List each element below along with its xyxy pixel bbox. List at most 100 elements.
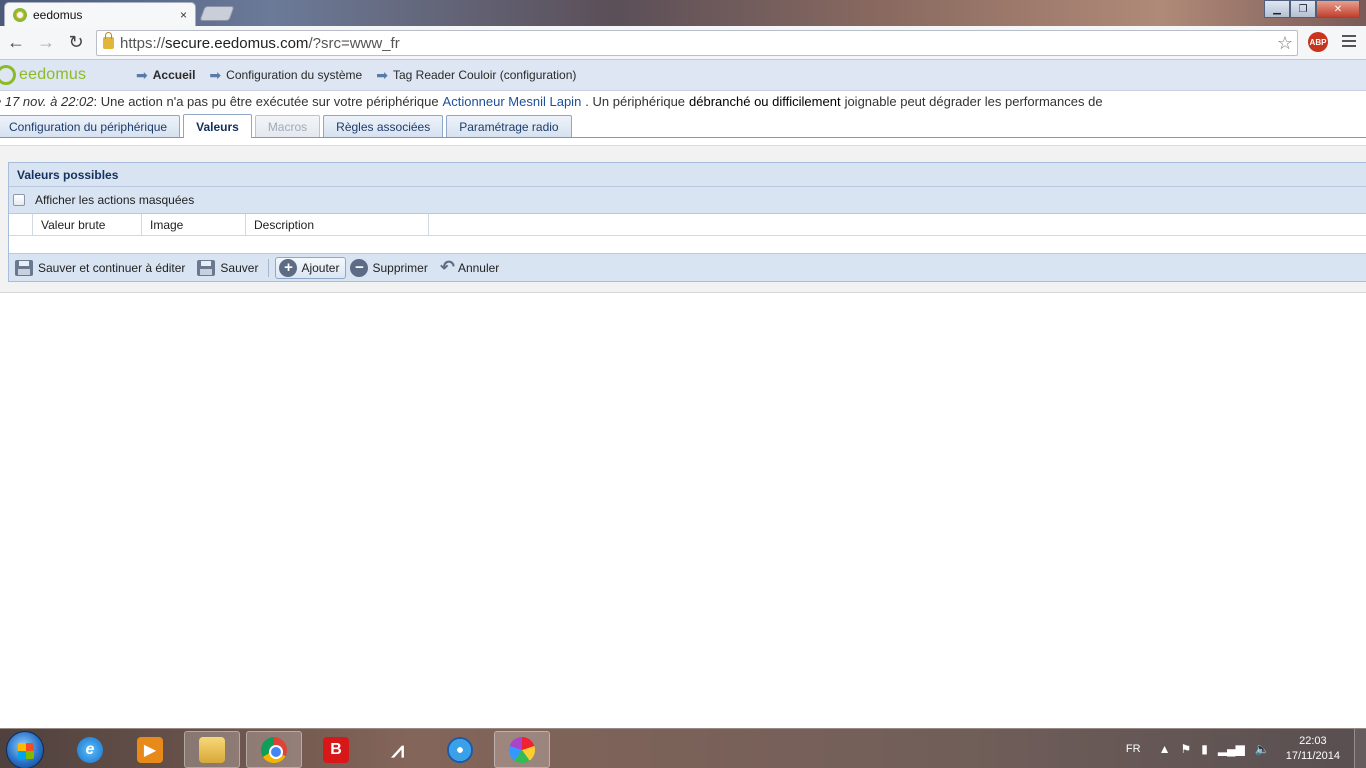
eedomus-logo[interactable]: eedomus [0, 65, 136, 85]
tab-rules[interactable]: Règles associées [323, 115, 444, 137]
column-image[interactable]: Image [142, 214, 246, 236]
page-content: eedomus ➡ Accueil ➡ Configuration du sys… [0, 60, 1366, 728]
arrow-right-icon: ➡ [136, 66, 148, 83]
breadcrumb-system-config[interactable]: ➡ Configuration du système [209, 67, 362, 84]
close-tab-icon[interactable]: × [180, 8, 187, 22]
breadcrumb-device[interactable]: ➡ Tag Reader Couloir (configuration) [376, 67, 576, 84]
close-window-button[interactable]: ✕ [1316, 0, 1360, 18]
action-center-flag-icon[interactable]: ⚑ [1180, 742, 1191, 756]
taskbar-ie[interactable]: e [62, 731, 118, 768]
alert-message: e 17 nov. à 22:02 : Une action n'a pas p… [0, 91, 1366, 112]
folder-icon [199, 736, 225, 763]
add-label: Ajouter [301, 260, 340, 275]
start-button[interactable] [6, 731, 44, 768]
taskbar-explorer[interactable] [184, 731, 240, 768]
column-raw-value[interactable]: Valeur brute [33, 214, 142, 236]
add-button[interactable]: + Ajouter [275, 256, 347, 279]
taskbar-rabbit[interactable]: ⩘ [370, 731, 426, 768]
lock-icon [103, 32, 114, 49]
show-hidden-icons-icon[interactable]: ▲ [1159, 742, 1171, 756]
cancel-label: Annuler [457, 260, 500, 275]
taskbar-paint[interactable] [494, 731, 550, 768]
alert-text-2: . Un périphérique [585, 94, 686, 109]
app-header: eedomus ➡ Accueil ➡ Configuration du sys… [0, 60, 1366, 91]
url-host: secure.eedomus.com [165, 34, 309, 52]
alert-date: e 17 nov. à 22:02 [0, 94, 94, 109]
alert-strong-text: débranché ou difficilement [689, 94, 841, 109]
panel-toolbar: Sauver et continuer à éditer Sauver + Aj… [9, 254, 1366, 281]
undo-icon: ↶ [439, 257, 455, 277]
logo-circle-icon [0, 65, 16, 85]
panel-title: Valeurs possibles [9, 163, 1366, 187]
breadcrumb-label: Tag Reader Couloir (configuration) [392, 68, 577, 82]
address-bar[interactable]: https://secure.eedomus.com/?src=www_fr ☆ [96, 30, 1298, 56]
tab-macros: Macros [254, 115, 321, 137]
save-continue-label: Sauver et continuer à éditer [38, 260, 186, 275]
clock-time: 22:03 [1299, 735, 1327, 747]
floppy-disk-icon [197, 259, 216, 276]
back-button[interactable]: ← [2, 29, 30, 57]
window-controls: ▁ ❐ ✕ [1264, 0, 1360, 18]
url-text: https://secure.eedomus.com/?src=www_fr [120, 35, 400, 52]
tab-radio-settings[interactable]: Paramétrage radio [446, 115, 572, 137]
tab-values[interactable]: Valeurs [183, 114, 252, 138]
values-content: Valeurs possibles Afficher les actions m… [0, 145, 1366, 293]
show-hidden-label[interactable]: Afficher les actions masquées [35, 193, 194, 207]
taskbar-disc[interactable] [432, 731, 488, 768]
browser-tab[interactable]: eedomus × [4, 2, 196, 26]
taskbar-b-app[interactable]: B [308, 731, 364, 768]
delete-button[interactable]: − Supprimer [350, 257, 428, 279]
save-label: Sauver [220, 260, 259, 275]
grid-body [9, 236, 1366, 254]
column-description[interactable]: Description [246, 214, 429, 236]
volume-icon[interactable]: 🔈 [1255, 742, 1270, 756]
grid-header-blank [9, 214, 33, 236]
breadcrumb-label: Accueil [152, 68, 196, 82]
url-path: /?src=www_fr [308, 34, 400, 52]
tab-device-config[interactable]: Configuration du périphérique [0, 115, 181, 137]
adblock-icon[interactable]: ABP [1308, 32, 1328, 52]
bookmark-star-icon[interactable]: ☆ [1277, 33, 1293, 54]
values-panel: Valeurs possibles Afficher les actions m… [8, 162, 1366, 282]
minimize-button[interactable]: ▁ [1264, 0, 1290, 18]
taskbar-media[interactable]: ▶ [122, 731, 178, 768]
alert-text-3: joignable peut dégrader les performances… [844, 94, 1103, 109]
delete-label: Supprimer [372, 260, 428, 275]
new-tab-button[interactable] [199, 6, 235, 21]
plus-circle-icon: + [279, 258, 298, 277]
clock[interactable]: 22:03 17/11/2014 [1286, 734, 1340, 764]
browser-tab-title: eedomus [33, 7, 83, 22]
floppy-disk-icon [15, 259, 33, 276]
power-plug-icon[interactable]: ▮ [1201, 742, 1208, 756]
arrow-right-icon: ➡ [376, 66, 388, 83]
minus-circle-icon: − [350, 258, 369, 277]
paint-palette-icon [509, 736, 535, 763]
taskbar-chrome[interactable] [246, 731, 302, 768]
clock-date: 17/11/2014 [1285, 750, 1340, 762]
disc-burner-icon [447, 736, 473, 763]
toolbar-separator [268, 258, 270, 277]
show-desktop-button[interactable] [1354, 729, 1366, 768]
b-app-icon: B [323, 736, 349, 763]
rabbit-icon: ⩘ [391, 736, 405, 762]
language-indicator[interactable]: FR [1126, 743, 1141, 755]
breadcrumb-home[interactable]: ➡ Accueil [136, 67, 195, 84]
save-continue-button[interactable]: Sauver et continuer à éditer [15, 257, 185, 279]
network-signal-icon[interactable]: ▂▄▆ [1218, 742, 1245, 756]
breadcrumb-label: Configuration du système [226, 68, 363, 82]
alert-device-link[interactable]: Actionneur Mesnil Lapin [443, 94, 582, 109]
system-tray: FR ▲ ⚑ ▮ ▂▄▆ 🔈 22:03 17/11/2014 [1126, 729, 1366, 768]
alert-text-1: : Une action n'a pas pu être exécutée su… [93, 94, 439, 109]
menu-icon[interactable] [1342, 33, 1356, 49]
reload-button[interactable]: ↻ [62, 29, 90, 57]
save-button[interactable]: Sauver [197, 257, 258, 279]
show-hidden-option[interactable]: Afficher les actions masquées [9, 187, 1366, 214]
show-hidden-checkbox[interactable] [13, 194, 25, 206]
chrome-icon [261, 736, 287, 763]
windows-taskbar: e ▶ B ⩘ FR ▲ ⚑ ▮ ▂▄▆ 🔈 22:03 17/11/2014 [0, 728, 1366, 768]
logo-text: eedomus [19, 66, 87, 83]
forward-button[interactable]: → [32, 29, 60, 57]
url-scheme: https:// [120, 34, 166, 52]
maximize-button[interactable]: ❐ [1290, 0, 1316, 18]
cancel-button[interactable]: ↶ Annuler [440, 257, 499, 279]
